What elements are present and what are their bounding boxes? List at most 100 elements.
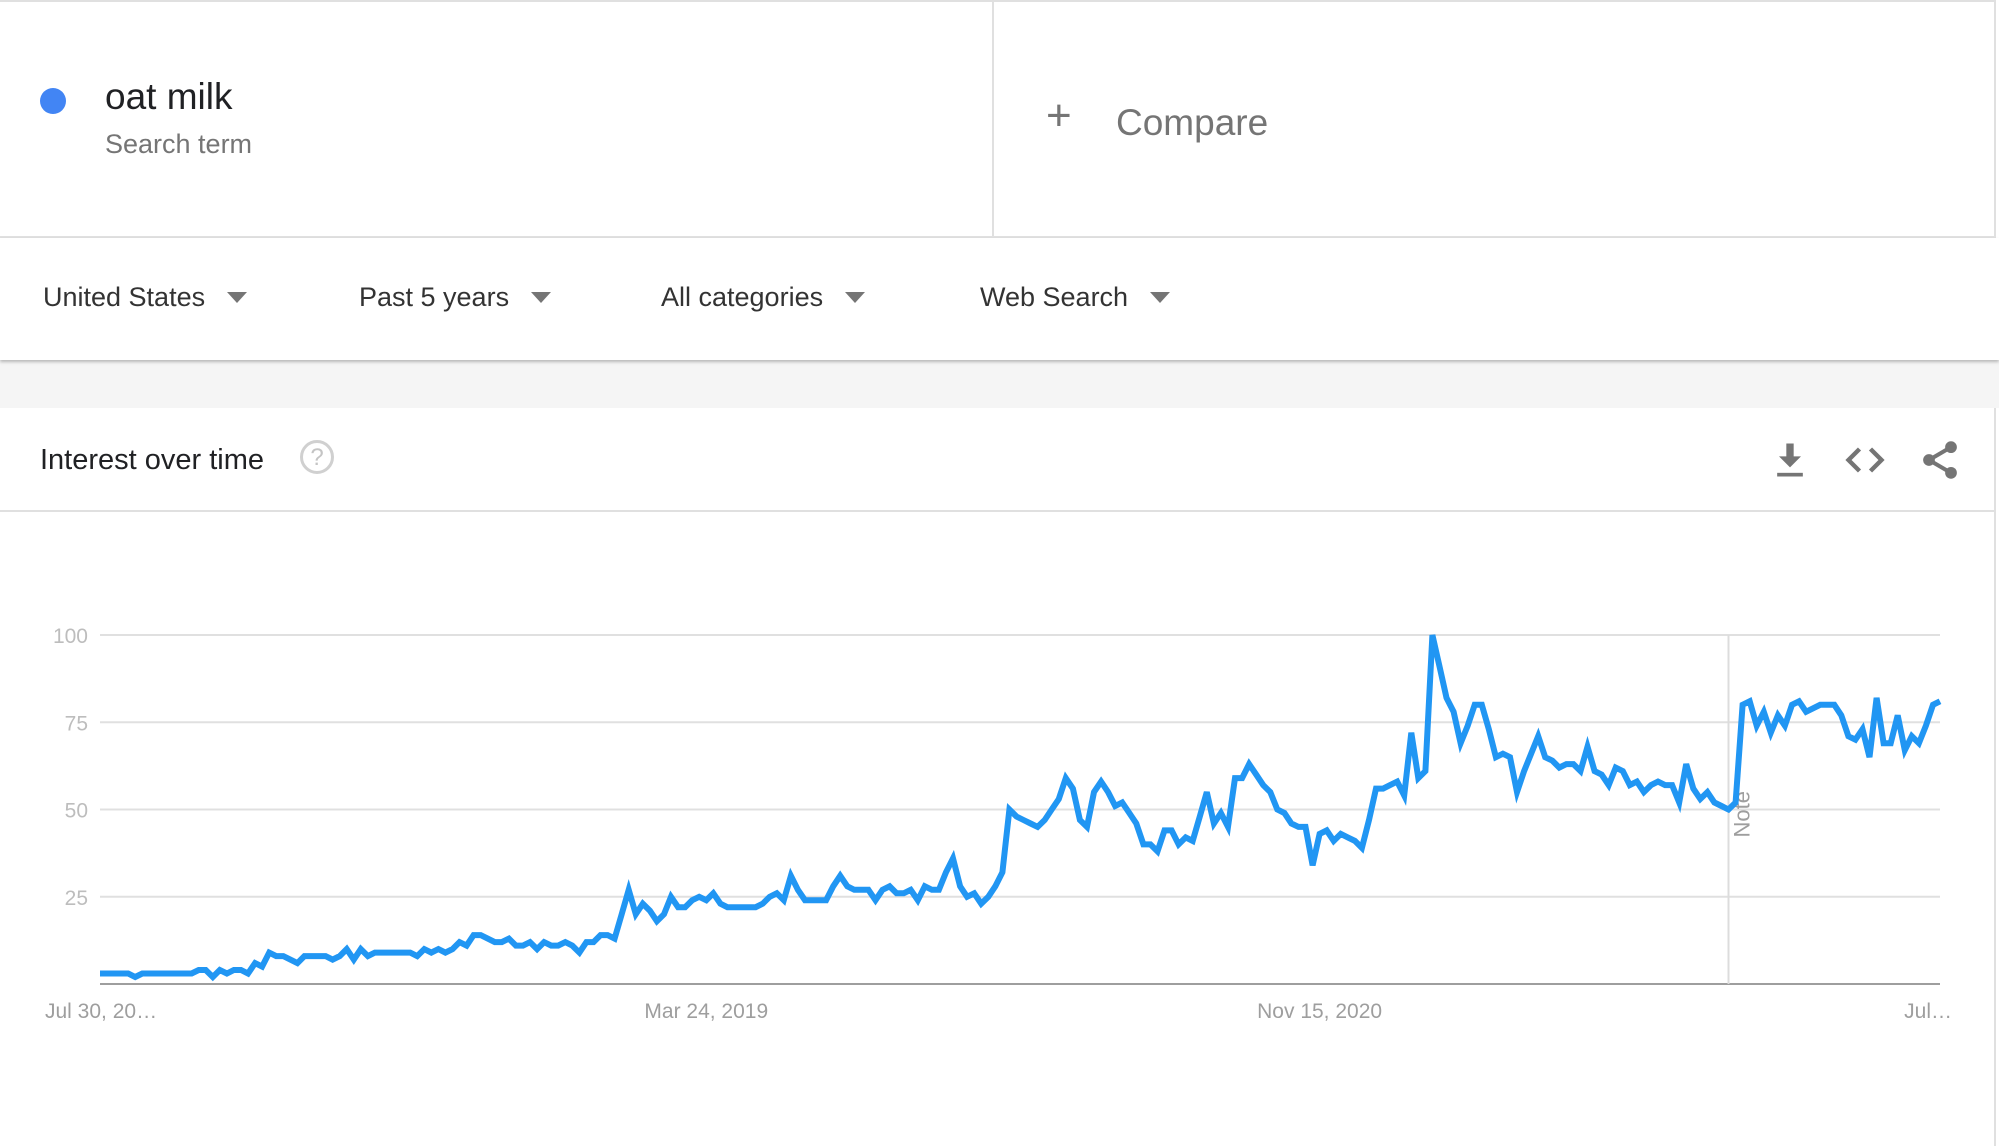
data-point[interactable] xyxy=(125,971,131,977)
data-point[interactable] xyxy=(1401,793,1407,799)
data-point[interactable] xyxy=(104,971,110,977)
data-point[interactable] xyxy=(1105,789,1111,795)
data-point[interactable] xyxy=(985,894,991,900)
data-point[interactable] xyxy=(1500,751,1506,757)
search-term-name[interactable]: oat milk xyxy=(105,76,232,118)
data-point[interactable] xyxy=(1063,775,1069,781)
data-point[interactable] xyxy=(1183,834,1189,840)
embed-code-icon[interactable] xyxy=(1843,438,1887,482)
data-point[interactable] xyxy=(386,950,392,956)
data-point[interactable] xyxy=(1937,698,1943,704)
data-point[interactable] xyxy=(1028,820,1034,826)
data-point[interactable] xyxy=(280,953,286,959)
data-point[interactable] xyxy=(1754,723,1760,729)
data-point[interactable] xyxy=(1458,740,1464,746)
data-point[interactable] xyxy=(1408,730,1414,736)
data-point[interactable] xyxy=(1021,817,1027,823)
data-point[interactable] xyxy=(210,974,216,980)
data-point[interactable] xyxy=(612,936,618,942)
data-point[interactable] xyxy=(1084,824,1090,830)
data-point[interactable] xyxy=(175,971,181,977)
interest-over-time-chart[interactable]: 255075100NoteJul 30, 20… Mar 24, 2019 Nov … xyxy=(0,512,1996,1146)
data-point[interactable] xyxy=(957,883,963,889)
data-point[interactable] xyxy=(936,887,942,893)
data-point[interactable] xyxy=(1592,768,1598,774)
data-point[interactable] xyxy=(337,953,343,959)
data-point[interactable] xyxy=(992,883,998,889)
data-point[interactable] xyxy=(1317,831,1323,837)
data-point[interactable] xyxy=(964,894,970,900)
data-point[interactable] xyxy=(865,887,871,893)
data-point[interactable] xyxy=(1909,733,1915,739)
data-point[interactable] xyxy=(724,904,730,910)
data-point[interactable] xyxy=(499,939,505,945)
data-point[interactable] xyxy=(1267,789,1273,795)
data-point[interactable] xyxy=(1817,702,1823,708)
data-point[interactable] xyxy=(287,957,293,963)
data-point[interactable] xyxy=(1803,709,1809,715)
data-point[interactable] xyxy=(1070,786,1076,792)
data-point[interactable] xyxy=(894,890,900,896)
download-icon[interactable] xyxy=(1768,438,1812,482)
data-point[interactable] xyxy=(668,894,674,900)
data-point[interactable] xyxy=(1133,820,1139,826)
data-point[interactable] xyxy=(231,967,237,973)
data-point[interactable] xyxy=(1486,726,1492,732)
data-point[interactable] xyxy=(682,904,688,910)
data-point[interactable] xyxy=(1824,702,1830,708)
data-point[interactable] xyxy=(760,901,766,907)
data-point[interactable] xyxy=(407,950,413,956)
data-point[interactable] xyxy=(1881,740,1887,746)
data-point[interactable] xyxy=(1056,796,1062,802)
data-point[interactable] xyxy=(294,960,300,966)
compare-button[interactable]: + Compare xyxy=(994,2,1996,236)
data-point[interactable] xyxy=(1613,765,1619,771)
share-icon[interactable] xyxy=(1918,438,1962,482)
data-point[interactable] xyxy=(1775,712,1781,718)
data-point[interactable] xyxy=(880,887,886,893)
data-point[interactable] xyxy=(746,904,752,910)
data-point[interactable] xyxy=(111,971,117,977)
data-point[interactable] xyxy=(414,953,420,959)
data-point[interactable] xyxy=(273,953,279,959)
data-point[interactable] xyxy=(146,971,152,977)
data-point[interactable] xyxy=(1154,848,1160,854)
data-point[interactable] xyxy=(1874,695,1880,701)
data-point[interactable] xyxy=(710,890,716,896)
data-point[interactable] xyxy=(767,894,773,900)
data-point[interactable] xyxy=(1303,824,1309,830)
data-point[interactable] xyxy=(485,936,491,942)
data-point[interactable] xyxy=(1429,632,1435,638)
data-point[interactable] xyxy=(1514,789,1520,795)
data-point[interactable] xyxy=(139,971,145,977)
data-point[interactable] xyxy=(1641,789,1647,795)
data-point[interactable] xyxy=(872,897,878,903)
data-point[interactable] xyxy=(379,950,385,956)
data-point[interactable] xyxy=(1930,702,1936,708)
data-point[interactable] xyxy=(182,971,188,977)
data-point[interactable] xyxy=(1176,841,1182,847)
data-point[interactable] xyxy=(830,883,836,889)
data-point[interactable] xyxy=(1782,723,1788,729)
data-point[interactable] xyxy=(1345,834,1351,840)
data-point[interactable] xyxy=(555,943,561,949)
data-point[interactable] xyxy=(598,932,604,938)
data-point[interactable] xyxy=(118,971,124,977)
filter-location[interactable]: United States xyxy=(43,282,248,313)
data-point[interactable] xyxy=(1006,807,1012,813)
data-point[interactable] xyxy=(1916,740,1922,746)
data-point[interactable] xyxy=(1274,807,1280,813)
filter-time-range[interactable]: Past 5 years xyxy=(359,282,552,313)
data-point[interactable] xyxy=(1655,779,1661,785)
data-point[interactable] xyxy=(590,939,596,945)
data-point[interactable] xyxy=(1239,775,1245,781)
data-point[interactable] xyxy=(858,887,864,893)
data-point[interactable] xyxy=(365,953,371,959)
data-point[interactable] xyxy=(823,897,829,903)
data-point[interactable] xyxy=(189,971,195,977)
data-point[interactable] xyxy=(457,939,463,945)
data-point[interactable] xyxy=(1810,705,1816,711)
data-point[interactable] xyxy=(1726,807,1732,813)
data-point[interactable] xyxy=(400,950,406,956)
data-point[interactable] xyxy=(1218,810,1224,816)
